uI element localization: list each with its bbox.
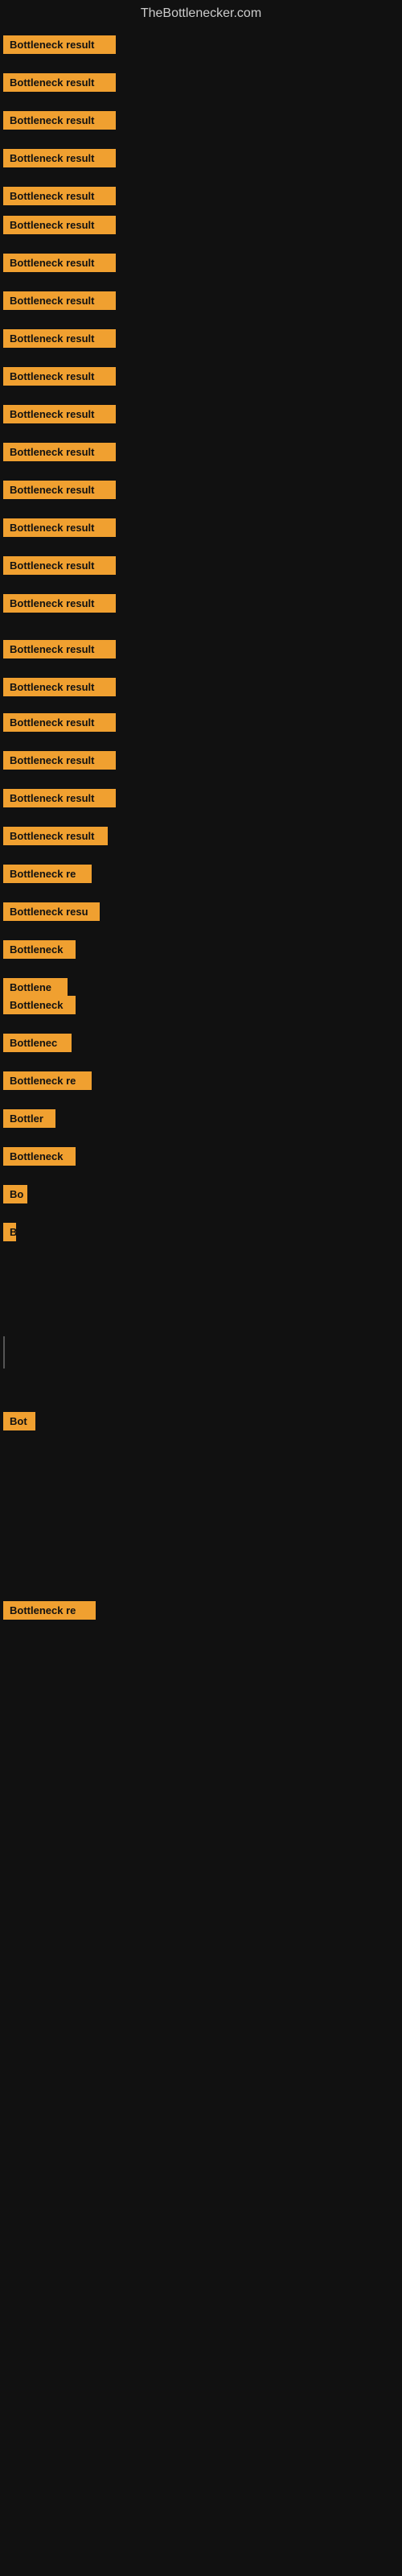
bottleneck-label-7: Bottleneck result: [3, 254, 116, 272]
site-title: TheBottlenecker.com: [0, 0, 402, 27]
bottleneck-row-24: Bottleneck resu: [3, 902, 100, 925]
bottleneck-label-38: Bot: [3, 1412, 35, 1430]
bottleneck-row-31: Bottleneck: [3, 1147, 76, 1170]
bottleneck-row-23: Bottleneck re: [3, 865, 92, 887]
bottleneck-row-10: Bottleneck result: [3, 367, 116, 390]
bottleneck-label-21: Bottleneck result: [3, 789, 116, 807]
bottleneck-row-3: Bottleneck result: [3, 111, 116, 134]
bottleneck-label-23: Bottleneck re: [3, 865, 92, 883]
bottleneck-label-10: Bottleneck result: [3, 367, 116, 386]
bottleneck-row-15: Bottleneck result: [3, 556, 116, 579]
bottleneck-label-1: Bottleneck result: [3, 35, 116, 54]
bottleneck-row-25: Bottleneck: [3, 940, 76, 963]
bottleneck-label-28: Bottlenec: [3, 1034, 72, 1052]
bottleneck-row-22: Bottleneck result: [3, 827, 108, 849]
bottleneck-label-22: Bottleneck result: [3, 827, 108, 845]
bottleneck-row-18: Bottleneck result: [3, 678, 116, 700]
bottleneck-row-21: Bottleneck result: [3, 789, 116, 811]
bottleneck-label-3: Bottleneck result: [3, 111, 116, 130]
bottleneck-label-43: Bottleneck re: [3, 1601, 96, 1620]
bottleneck-row-8: Bottleneck result: [3, 291, 116, 314]
bottleneck-label-8: Bottleneck result: [3, 291, 116, 310]
bottleneck-row-17: Bottleneck result: [3, 640, 116, 663]
bottleneck-row-38: Bot: [3, 1412, 35, 1435]
bottleneck-row-33: B: [3, 1223, 16, 1245]
bottleneck-row-7: Bottleneck result: [3, 254, 116, 276]
vertical-line-36: [3, 1336, 5, 1368]
bottleneck-label-27: Bottleneck: [3, 996, 76, 1014]
bottleneck-label-25: Bottleneck: [3, 940, 76, 959]
bottleneck-row-12: Bottleneck result: [3, 443, 116, 465]
bottleneck-row-28: Bottlenec: [3, 1034, 72, 1056]
bottleneck-row-13: Bottleneck result: [3, 481, 116, 503]
bottleneck-row-4: Bottleneck result: [3, 149, 116, 171]
bottleneck-label-29: Bottleneck re: [3, 1071, 92, 1090]
bottleneck-label-24: Bottleneck resu: [3, 902, 100, 921]
bottleneck-label-19: Bottleneck result: [3, 713, 116, 732]
bottleneck-label-12: Bottleneck result: [3, 443, 116, 461]
bottleneck-label-31: Bottleneck: [3, 1147, 76, 1166]
bottleneck-label-30: Bottler: [3, 1109, 55, 1128]
bottleneck-label-16: Bottleneck result: [3, 594, 116, 613]
bottleneck-row-9: Bottleneck result: [3, 329, 116, 352]
bottleneck-label-5: Bottleneck result: [3, 187, 116, 205]
bottleneck-row-16: Bottleneck result: [3, 594, 116, 617]
bottleneck-row-11: Bottleneck result: [3, 405, 116, 427]
bottleneck-label-33: B: [3, 1223, 16, 1241]
bottleneck-label-4: Bottleneck result: [3, 149, 116, 167]
bottleneck-label-6: Bottleneck result: [3, 216, 116, 234]
bottleneck-label-20: Bottleneck result: [3, 751, 116, 770]
bottleneck-row-20: Bottleneck result: [3, 751, 116, 774]
bottleneck-label-11: Bottleneck result: [3, 405, 116, 423]
bottleneck-row-29: Bottleneck re: [3, 1071, 92, 1094]
bottleneck-row-5: Bottleneck result: [3, 187, 116, 209]
bottleneck-row-30: Bottler: [3, 1109, 55, 1132]
bottleneck-label-14: Bottleneck result: [3, 518, 116, 537]
bottleneck-label-26: Bottlene: [3, 978, 68, 997]
bottleneck-label-18: Bottleneck result: [3, 678, 116, 696]
bottleneck-row-32: Bo: [3, 1185, 27, 1208]
bottleneck-label-9: Bottleneck result: [3, 329, 116, 348]
bottleneck-label-17: Bottleneck result: [3, 640, 116, 658]
bottleneck-row-27: Bottleneck: [3, 996, 76, 1018]
bottleneck-row-6: Bottleneck result: [3, 216, 116, 238]
bottleneck-label-32: Bo: [3, 1185, 27, 1203]
bottleneck-row-43: Bottleneck re: [3, 1601, 96, 1624]
bottleneck-label-13: Bottleneck result: [3, 481, 116, 499]
bottleneck-label-2: Bottleneck result: [3, 73, 116, 92]
bottleneck-row-14: Bottleneck result: [3, 518, 116, 541]
bottleneck-row-19: Bottleneck result: [3, 713, 116, 736]
bottleneck-row-2: Bottleneck result: [3, 73, 116, 96]
bottleneck-row-1: Bottleneck result: [3, 35, 116, 58]
bottleneck-label-15: Bottleneck result: [3, 556, 116, 575]
